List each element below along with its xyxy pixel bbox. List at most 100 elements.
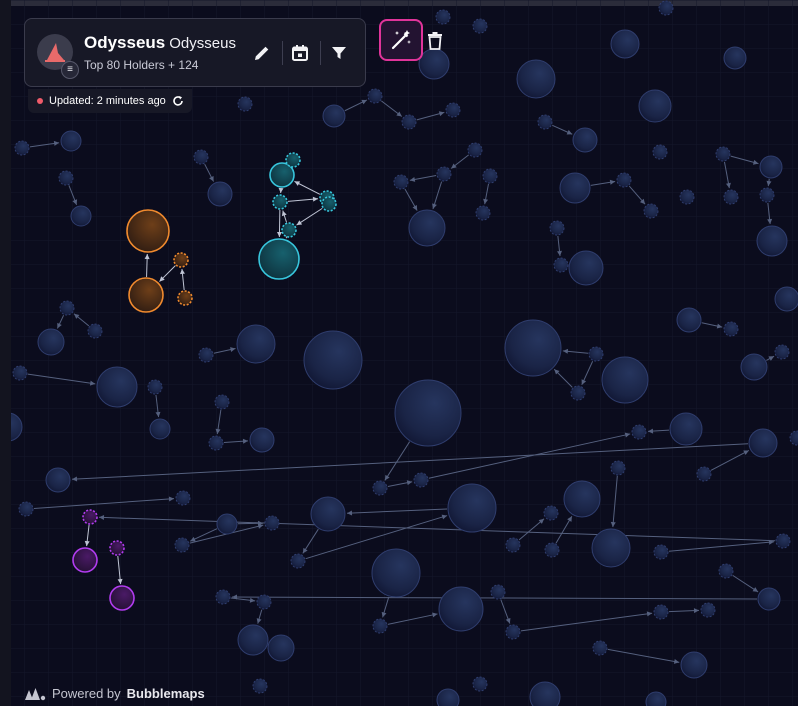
holder-bubble[interactable]	[723, 189, 739, 205]
holder-bubble[interactable]	[256, 594, 272, 610]
holder-bubble[interactable]	[757, 587, 781, 611]
holder-bubble[interactable]	[616, 172, 632, 188]
magic-wand-button[interactable]	[379, 19, 423, 61]
holder-bubble[interactable]	[482, 168, 498, 184]
holder-bubble[interactable]	[775, 533, 791, 549]
holder-bubble[interactable]	[70, 205, 92, 227]
holder-bubble[interactable]	[237, 624, 269, 656]
holder-bubble[interactable]	[18, 501, 34, 517]
holder-bubble[interactable]	[177, 290, 193, 306]
holder-bubble[interactable]	[610, 29, 640, 59]
holder-bubble[interactable]	[568, 250, 604, 286]
holder-bubble[interactable]	[281, 222, 297, 238]
holder-bubble[interactable]	[371, 548, 421, 598]
holder-bubble[interactable]	[438, 586, 484, 632]
holder-bubble[interactable]	[96, 366, 138, 408]
holder-bubble[interactable]	[679, 189, 695, 205]
holder-bubble[interactable]	[504, 319, 562, 377]
holder-bubble[interactable]	[572, 127, 598, 153]
holder-bubble[interactable]	[128, 277, 164, 313]
holder-bubble[interactable]	[413, 472, 429, 488]
holder-bubble[interactable]	[216, 513, 238, 535]
holder-bubble[interactable]	[570, 385, 586, 401]
holder-bubble[interactable]	[264, 515, 280, 531]
holder-bubble[interactable]	[591, 528, 631, 568]
holder-bubble[interactable]	[505, 624, 521, 640]
holder-bubble[interactable]	[700, 602, 716, 618]
holder-bubble[interactable]	[759, 187, 775, 203]
holder-bubble[interactable]	[467, 142, 483, 158]
holder-bubble[interactable]	[267, 634, 295, 662]
holder-bubble[interactable]	[175, 490, 191, 506]
holder-bubble[interactable]	[258, 238, 300, 280]
calendar-button[interactable]	[283, 36, 317, 70]
holder-bubble[interactable]	[126, 209, 170, 253]
holder-bubble[interactable]	[516, 59, 556, 99]
holder-bubble[interactable]	[748, 428, 778, 458]
holder-bubble[interactable]	[723, 46, 747, 70]
holder-bubble[interactable]	[215, 589, 231, 605]
holder-bubble[interactable]	[208, 435, 224, 451]
holder-bubble[interactable]	[394, 379, 462, 447]
holder-bubble[interactable]	[436, 688, 460, 706]
holder-bubble[interactable]	[653, 604, 669, 620]
holder-bubble[interactable]	[669, 412, 703, 446]
holder-bubble[interactable]	[740, 353, 768, 381]
holder-bubble[interactable]	[322, 104, 346, 128]
holder-bubble[interactable]	[37, 328, 65, 356]
holder-bubble[interactable]	[303, 330, 363, 390]
holder-bubble[interactable]	[147, 379, 163, 395]
holder-bubble[interactable]	[109, 585, 135, 611]
holder-bubble[interactable]	[445, 102, 461, 118]
holder-bubble[interactable]	[408, 209, 446, 247]
holder-bubble[interactable]	[680, 651, 708, 679]
holder-bubble[interactable]	[549, 220, 565, 236]
holder-bubble[interactable]	[285, 152, 301, 168]
holder-bubble[interactable]	[472, 676, 488, 692]
holder-bubble[interactable]	[436, 166, 452, 182]
holder-bubble[interactable]	[207, 181, 233, 207]
holder-bubble[interactable]	[252, 678, 268, 694]
refresh-icon[interactable]	[172, 95, 184, 107]
holder-bubble[interactable]	[490, 584, 506, 600]
holder-bubble[interactable]	[109, 540, 125, 556]
delete-button[interactable]	[424, 27, 446, 55]
holder-bubble[interactable]	[756, 225, 788, 257]
holder-bubble[interactable]	[638, 89, 672, 123]
holder-bubble[interactable]	[173, 252, 189, 268]
holder-bubble[interactable]	[12, 365, 28, 381]
holder-bubble[interactable]	[774, 286, 798, 312]
holder-bubble[interactable]	[272, 194, 288, 210]
holder-bubble[interactable]	[537, 114, 553, 130]
holder-bubble[interactable]	[198, 347, 214, 363]
holder-bubble[interactable]	[249, 427, 275, 453]
holder-bubble[interactable]	[544, 542, 560, 558]
holder-bubble[interactable]	[435, 9, 451, 25]
holder-bubble[interactable]	[529, 681, 561, 706]
holder-bubble[interactable]	[393, 174, 409, 190]
holder-bubble[interactable]	[718, 563, 734, 579]
holder-bubble[interactable]	[401, 114, 417, 130]
holder-bubble[interactable]	[475, 205, 491, 221]
holder-bubble[interactable]	[563, 480, 601, 518]
holder-bubble[interactable]	[658, 0, 674, 16]
filter-button[interactable]	[322, 36, 356, 70]
holder-bubble[interactable]	[269, 162, 295, 188]
holder-bubble[interactable]	[82, 509, 98, 525]
holder-bubble[interactable]	[696, 466, 712, 482]
edit-button[interactable]	[245, 36, 279, 70]
holder-bubble[interactable]	[193, 149, 209, 165]
holder-bubble[interactable]	[759, 155, 783, 179]
holder-bubble[interactable]	[472, 18, 488, 34]
holder-bubble[interactable]	[236, 324, 276, 364]
holder-bubble[interactable]	[601, 356, 649, 404]
holder-bubble[interactable]	[14, 140, 30, 156]
holder-bubble[interactable]	[58, 170, 74, 186]
holder-bubble[interactable]	[676, 307, 702, 333]
powered-by[interactable]: Powered by Bubblemaps	[24, 686, 205, 701]
holder-bubble[interactable]	[610, 460, 626, 476]
holder-bubble[interactable]	[45, 467, 71, 493]
holder-bubble[interactable]	[559, 172, 591, 204]
holder-bubble[interactable]	[174, 537, 190, 553]
holder-bubble[interactable]	[643, 203, 659, 219]
